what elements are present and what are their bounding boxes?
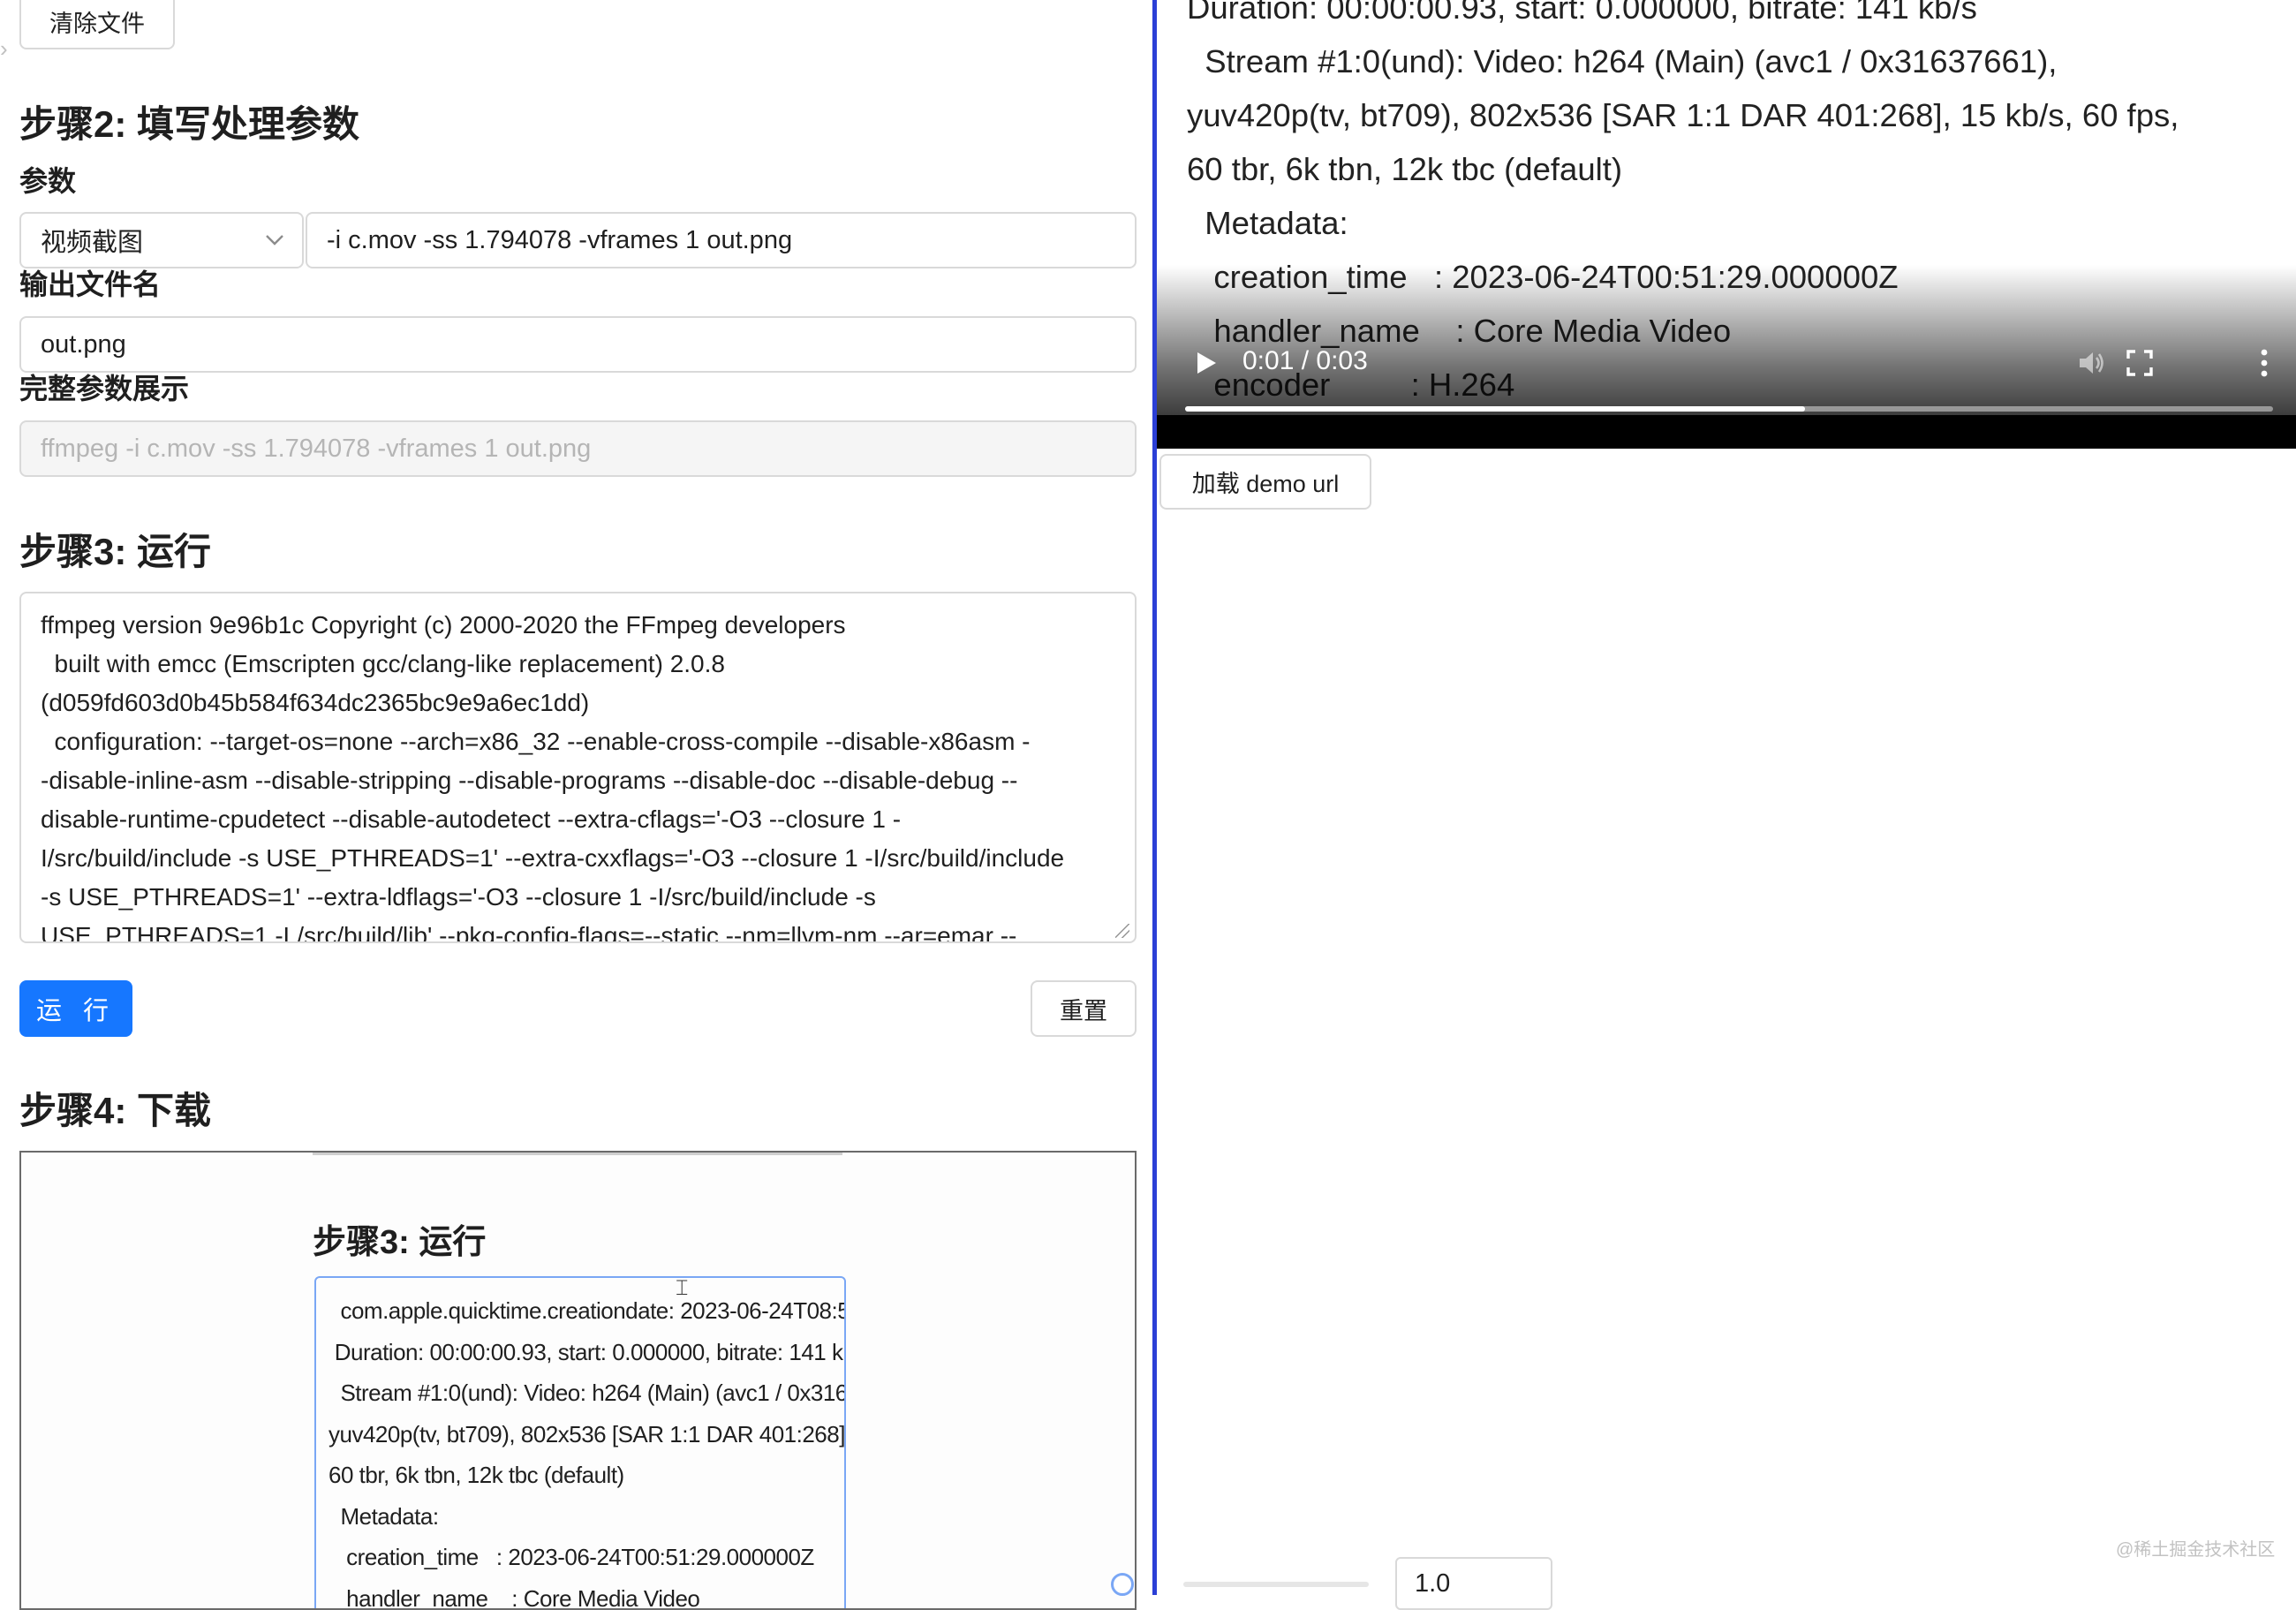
step2-heading: 步骤2: 填写处理参数 xyxy=(19,102,359,147)
log-line: USE_PTHREADS=1 -L/src/build/lib' --pkg-c… xyxy=(41,917,1115,943)
preview-divider xyxy=(313,1153,842,1155)
preview-log-line: com.apple.quicktime.creationdate: 2023-0… xyxy=(329,1290,832,1332)
log-textarea[interactable]: ffmpeg version 9e96b1c Copyright (c) 200… xyxy=(19,592,1137,943)
scale-slider-track[interactable] xyxy=(1183,1582,1369,1587)
right-pane: Duration: 00:00:00.93, start: 0.000000, … xyxy=(1157,0,2296,1595)
log-lines: ffmpeg version 9e96b1c Copyright (c) 200… xyxy=(41,606,1115,943)
video-bottom-bar xyxy=(1157,415,2296,449)
full-params-display: ffmpeg -i c.mov -ss 1.794078 -vframes 1 … xyxy=(19,420,1137,477)
volume-icon[interactable] xyxy=(2077,348,2107,378)
video-frame-line: Stream #1:0(und): Video: h264 (Main) (av… xyxy=(1187,34,2296,88)
chevron-down-icon xyxy=(265,234,284,246)
load-demo-url-button[interactable]: 加载 demo url xyxy=(1159,454,1371,510)
preset-select[interactable]: 视频截图 xyxy=(19,212,304,268)
download-preview-image[interactable]: 步骤3: 运行 com.apple.quicktime.creationdate… xyxy=(19,1151,1137,1610)
log-line: built with emcc (Emscripten gcc/clang-li… xyxy=(41,645,1115,684)
preview-log-line: Stream #1:0(und): Video: h264 (Main) (av… xyxy=(329,1372,832,1414)
time-display: 0:01 / 0:03 xyxy=(1242,346,1368,376)
scale-slider-handle[interactable] xyxy=(1111,1573,1134,1596)
scale-input[interactable]: 1.0 xyxy=(1395,1557,1552,1610)
more-icon[interactable] xyxy=(2259,348,2270,378)
preview-log-line: Duration: 00:00:00.93, start: 0.000000, … xyxy=(329,1332,832,1373)
video-progress-bar[interactable] xyxy=(1185,406,2273,412)
preview-log-lines: com.apple.quicktime.creationdate: 2023-0… xyxy=(329,1290,832,1610)
preset-select-value: 视频截图 xyxy=(41,222,143,259)
full-params-label: 完整参数展示 xyxy=(19,371,189,406)
resize-grip-icon[interactable] xyxy=(1115,924,1129,938)
log-line: disable-runtime-cpudetect --disable-auto… xyxy=(41,800,1115,839)
video-frame-line: 60 tbr, 6k tbn, 12k tbc (default) xyxy=(1187,142,2296,196)
preview-heading: 步骤3: 运行 xyxy=(313,1214,486,1263)
log-line: -s USE_PTHREADS=1' --extra-ldflags='-O3 … xyxy=(41,878,1115,917)
preview-log: com.apple.quicktime.creationdate: 2023-0… xyxy=(314,1276,846,1610)
output-filename-input[interactable]: out.png xyxy=(19,316,1137,373)
play-icon[interactable] xyxy=(1192,350,1219,376)
reset-button[interactable]: 重置 xyxy=(1031,980,1137,1037)
params-input[interactable]: -i c.mov -ss 1.794078 -vframes 1 out.png xyxy=(306,212,1137,268)
collapse-arrow-icon[interactable]: › xyxy=(0,35,8,62)
log-line: ffmpeg version 9e96b1c Copyright (c) 200… xyxy=(41,606,1115,645)
video-player[interactable]: Duration: 00:00:00.93, start: 0.000000, … xyxy=(1157,0,2296,449)
params-label: 参数 xyxy=(19,163,76,199)
preview-log-line: handler_name : Core Media Video xyxy=(329,1578,832,1610)
video-frame-line: yuv420p(tv, bt709), 802x536 [SAR 1:1 DAR… xyxy=(1187,88,2296,142)
run-button[interactable]: 运 行 xyxy=(19,980,132,1037)
log-line: I/src/build/include -s USE_PTHREADS=1' -… xyxy=(41,839,1115,878)
left-pane: › 清除文件 步骤2: 填写处理参数 参数 视频截图 -i c.mov -ss … xyxy=(0,0,1157,1595)
log-line: (d059fd603d0b45b584f634dc2365bc9e9a6ec1d… xyxy=(41,684,1115,722)
preview-log-line: creation_time : 2023-06-24T00:51:29.0000… xyxy=(329,1537,832,1578)
watermark: @稀土掘金技术社区 xyxy=(2116,1535,2275,1561)
video-frame-line: Duration: 00:00:00.93, start: 0.000000, … xyxy=(1187,0,2296,34)
clear-file-button[interactable]: 清除文件 xyxy=(19,0,175,49)
fullscreen-icon[interactable] xyxy=(2126,350,2153,376)
preview-log-line: 60 tbr, 6k tbn, 12k tbc (default) xyxy=(329,1455,832,1496)
log-line: configuration: --target-os=none --arch=x… xyxy=(41,722,1115,761)
step3-heading: 步骤3: 运行 xyxy=(19,530,211,574)
preview-log-line: Metadata: xyxy=(329,1496,832,1538)
video-frame-line: Metadata: xyxy=(1187,196,2296,250)
step4-heading: 步骤4: 下载 xyxy=(19,1089,211,1133)
preview-log-line: yuv420p(tv, bt709), 802x536 [SAR 1:1 DAR… xyxy=(329,1414,832,1455)
text-cursor-icon: ⌶ xyxy=(676,1276,688,1301)
video-progress-fill xyxy=(1185,406,1805,412)
log-line: -disable-inline-asm --disable-stripping … xyxy=(41,761,1115,800)
output-filename-label: 输出文件名 xyxy=(19,267,161,302)
